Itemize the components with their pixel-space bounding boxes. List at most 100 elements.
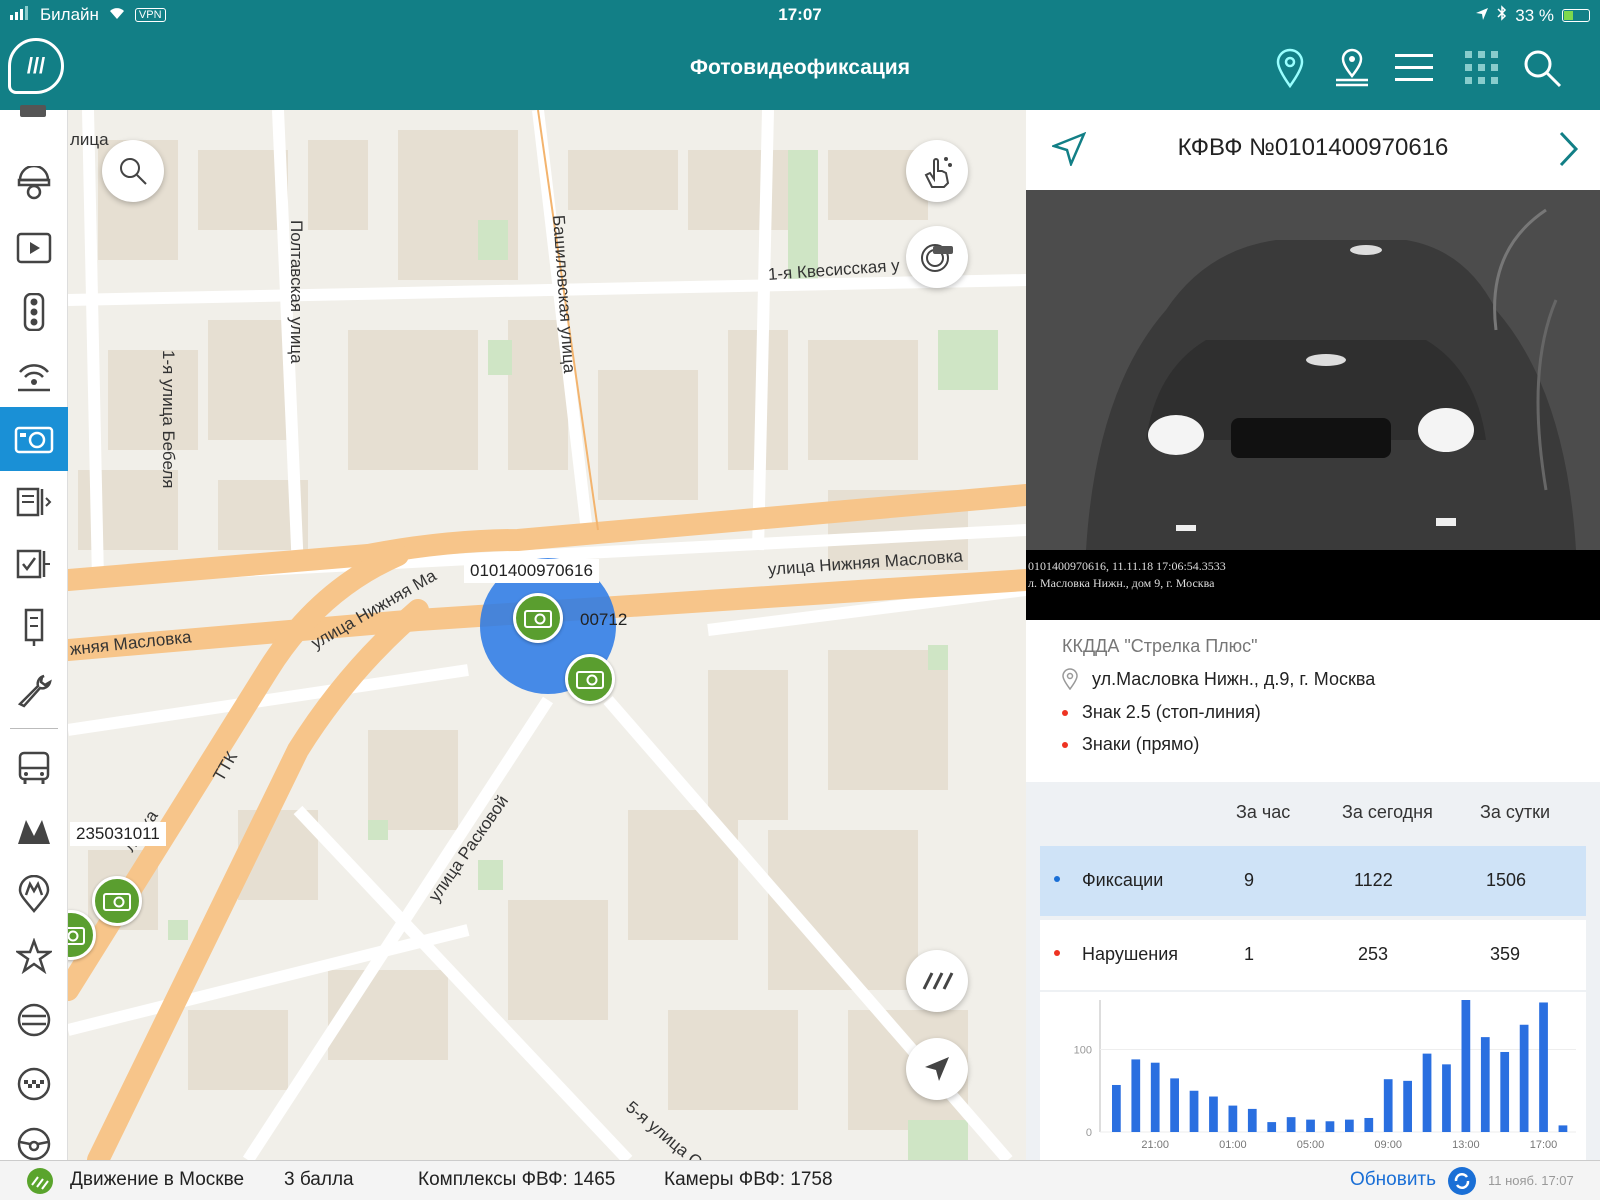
bar	[1500, 1051, 1510, 1132]
camera-filter-button[interactable]	[906, 226, 968, 288]
chevron-right-icon[interactable]	[1558, 130, 1580, 173]
sign-row: Знак 2.5 (стоп-линия)	[1062, 702, 1261, 723]
camera-label[interactable]: 235031011	[70, 822, 166, 846]
map-view[interactable]: лица 1-я улица Бебеля Полтавская улица Б…	[68, 110, 1026, 1160]
panel-header: КФВФ №0101400970616	[1026, 110, 1600, 190]
my-location-button[interactable]	[906, 1038, 968, 1100]
y-tick-label: 100	[1074, 1045, 1092, 1057]
row-label: Фиксации	[1082, 870, 1164, 890]
bullet-icon	[1054, 876, 1060, 882]
metro-icon[interactable]	[0, 802, 68, 862]
camera-title: КФВФ №0101400970616	[1177, 134, 1449, 161]
stats-row-violations[interactable]: Нарушения 1 253 359	[1040, 920, 1586, 990]
photo-camera-icon[interactable]	[0, 407, 68, 471]
row-value: 359	[1490, 944, 1521, 964]
broadcast-icon[interactable]	[0, 346, 68, 406]
column-header: За сутки	[1480, 802, 1551, 822]
star-icon[interactable]	[0, 926, 68, 986]
traffic-light-icon[interactable]	[0, 282, 68, 342]
hand-icon	[924, 157, 952, 188]
menu-icon[interactable]	[1394, 48, 1434, 88]
search-icon	[120, 158, 147, 185]
bar	[1247, 1108, 1257, 1132]
camera-label[interactable]: 0101400970616	[464, 559, 599, 583]
bar	[1170, 1078, 1179, 1132]
video-icon[interactable]	[0, 218, 68, 278]
bar	[1422, 1053, 1432, 1132]
row-value: 1122	[1354, 870, 1393, 890]
cctv-camera-icon[interactable]	[0, 98, 68, 128]
bar	[1345, 1119, 1354, 1132]
row-label: Нарушения	[1082, 944, 1179, 964]
cctv-icon	[921, 244, 953, 272]
bar	[1442, 1064, 1451, 1132]
x-tick-label: 13:00	[1452, 1139, 1480, 1151]
checklist-icon[interactable]	[0, 534, 68, 594]
camera-marker[interactable]	[565, 654, 615, 704]
taxi-icon[interactable]	[0, 1054, 68, 1114]
bar	[1383, 1079, 1393, 1132]
camera-detail-panel: КФВФ №0101400970616 0101400970616, 11.11…	[1026, 110, 1600, 1160]
row-value: 9	[1244, 870, 1255, 890]
complexes-count: Комплексы ФВФ: 1465	[418, 1169, 616, 1190]
caption-line: 0101400970616, 11.11.18 17:06:54.3533	[1028, 559, 1226, 573]
wrench-icon[interactable]	[0, 660, 68, 720]
traffic-indicator-icon	[26, 1167, 54, 1200]
search-icon[interactable]	[1522, 48, 1562, 88]
clock: 17:07	[778, 5, 822, 24]
street-label: Полтавская улица	[287, 220, 306, 364]
x-tick-label: 05:00	[1297, 1139, 1325, 1151]
bar	[1286, 1117, 1296, 1132]
refresh-icon[interactable]	[1447, 1166, 1477, 1200]
sidebar-separator	[10, 728, 58, 729]
camera-label[interactable]: 00712	[574, 608, 633, 632]
bar	[1112, 1084, 1121, 1132]
y-tick-label: 0	[1086, 1127, 1092, 1139]
bar	[1461, 1000, 1471, 1132]
operator-row: ККДДА "Стрелка Плюс"	[1062, 636, 1258, 657]
bar	[1403, 1080, 1412, 1132]
layers-button[interactable]	[906, 950, 968, 1012]
location-pin-icon[interactable]	[1270, 48, 1310, 88]
bar	[1519, 1024, 1529, 1132]
statistics-section: За час За сегодня За сутки Фиксации 9 11…	[1026, 782, 1600, 1160]
bar	[1539, 1002, 1548, 1132]
bar-chart: 0 100 21:00 01:00 05:00 09:00 13:00 17:00	[1074, 1000, 1576, 1151]
camera-info: ККДДА "Стрелка Плюс" ул.Масловка Нижн., …	[1026, 620, 1600, 790]
refresh-button[interactable]: Обновить	[1350, 1169, 1436, 1191]
board-icon[interactable]	[0, 472, 68, 532]
stats-row-fixations[interactable]: Фиксации 9 1122 1506	[1040, 846, 1586, 916]
metro-station-icon[interactable]	[0, 864, 68, 924]
x-tick-label: 09:00	[1374, 1139, 1402, 1151]
row-value: 1506	[1486, 870, 1527, 890]
bus-icon[interactable]	[0, 738, 68, 798]
column-header: За сегодня	[1342, 802, 1433, 822]
gesture-button[interactable]	[906, 140, 968, 202]
map-search-button[interactable]	[102, 140, 164, 202]
dome-camera-icon[interactable]	[0, 154, 68, 214]
column-sign-icon[interactable]	[0, 598, 68, 658]
bullet-icon	[1062, 741, 1068, 748]
app-header: /// Фотовидеофиксация	[0, 30, 1600, 110]
traffic-score: 3 балла	[284, 1169, 354, 1190]
photo-caption: 0101400970616, 11.11.18 17:06:54.3533 л.…	[1026, 550, 1600, 620]
operator-name: ККДДА "Стрелка Плюс"	[1062, 636, 1258, 656]
street-label: лица	[70, 130, 109, 149]
bar	[1558, 1125, 1568, 1132]
map-pin-icon	[1062, 668, 1078, 690]
sign-row: Знаки (прямо)	[1062, 734, 1199, 755]
battery-icon	[1562, 9, 1590, 22]
camera-photo[interactable]: 0101400970616, 11.11.18 17:06:54.3533 л.…	[1026, 190, 1600, 620]
road-icon[interactable]	[0, 990, 68, 1050]
traffic-label: Движение в Москве	[70, 1169, 245, 1190]
grid-icon[interactable]	[1462, 48, 1502, 88]
x-tick-label: 01:00	[1219, 1139, 1247, 1151]
camera-marker[interactable]	[513, 593, 563, 643]
camera-marker[interactable]	[92, 876, 142, 926]
car-photo-image	[1026, 190, 1600, 550]
battery-percent: 33 %	[1515, 5, 1554, 25]
column-header: За час	[1236, 802, 1291, 822]
bar	[1364, 1117, 1374, 1132]
last-update-time: 11 нояб. 17:07	[1488, 1173, 1574, 1188]
map-pin-icon[interactable]	[1332, 48, 1372, 88]
